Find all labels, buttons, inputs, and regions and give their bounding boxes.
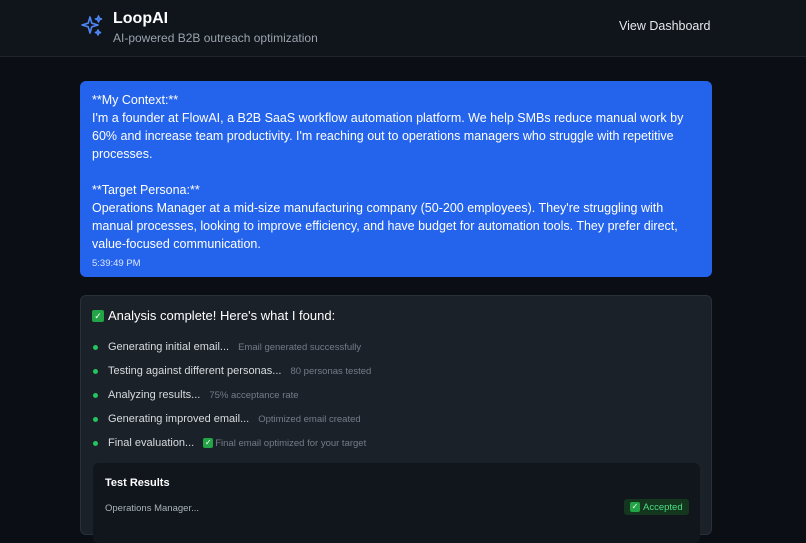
status-dot-icon <box>93 344 98 350</box>
view-dashboard-button[interactable]: View Dashboard <box>619 19 711 33</box>
step-detail: 80 personas tested <box>290 365 372 377</box>
step-detail-text: Final email optimized for your target <box>215 437 367 449</box>
step-label: Testing against different personas... <box>108 365 282 377</box>
status-dot-icon <box>93 440 98 446</box>
step-detail: ✓ Final email optimized for your target <box>203 438 366 449</box>
analysis-steps: Generating initial email... Email genera… <box>93 335 371 455</box>
check-icon: ✓ <box>203 438 214 448</box>
user-message-text: **My Context:** I'm a founder at FlowAI,… <box>92 93 684 251</box>
app-header: LoopAI AI-powered B2B outreach optimizat… <box>0 0 806 57</box>
analysis-title-text: Analysis complete! Here's what I found: <box>108 308 336 323</box>
step-label: Analyzing results... <box>108 389 201 401</box>
user-message-bubble: **My Context:** I'm a founder at FlowAI,… <box>80 81 712 277</box>
brand-subtitle: AI-powered B2B outreach optimization <box>113 31 318 45</box>
step-label: Generating improved email... <box>108 413 250 425</box>
list-item: Generating improved email... Optimized e… <box>93 407 371 431</box>
status-dot-icon <box>93 392 98 398</box>
test-results-panel: Test Results Operations Manager... ✓ Acc… <box>93 463 700 543</box>
status-dot-icon <box>93 368 98 374</box>
check-icon: ✓ <box>92 309 104 322</box>
status-badge: ✓ Accepted <box>624 499 689 515</box>
message-timestamp: 5:39:49 PM <box>92 258 141 269</box>
sparkles-icon <box>81 15 103 36</box>
analysis-title: ✓ Analysis complete! Here's what I found… <box>92 308 335 323</box>
step-label: Final evaluation... <box>108 437 195 449</box>
status-dot-icon <box>93 416 98 422</box>
step-detail: 75% acceptance rate <box>209 389 299 401</box>
brand-title: LoopAI <box>113 10 169 27</box>
list-item: Testing against different personas... 80… <box>93 359 371 383</box>
step-label: Generating initial email... <box>108 341 230 353</box>
list-item: Analyzing results... 75% acceptance rate <box>93 383 371 407</box>
analysis-card: ✓ Analysis complete! Here's what I found… <box>80 295 712 543</box>
list-item: Generating initial email... Email genera… <box>93 335 371 359</box>
status-badge-text: Accepted <box>643 501 683 513</box>
test-results-title: Test Results <box>105 477 170 489</box>
check-icon: ✓ <box>630 502 640 512</box>
list-item: Final evaluation... ✓ Final email optimi… <box>93 431 371 455</box>
result-persona: Operations Manager... <box>105 503 199 514</box>
step-detail: Email generated successfully <box>238 341 362 353</box>
step-detail: Optimized email created <box>258 413 361 425</box>
